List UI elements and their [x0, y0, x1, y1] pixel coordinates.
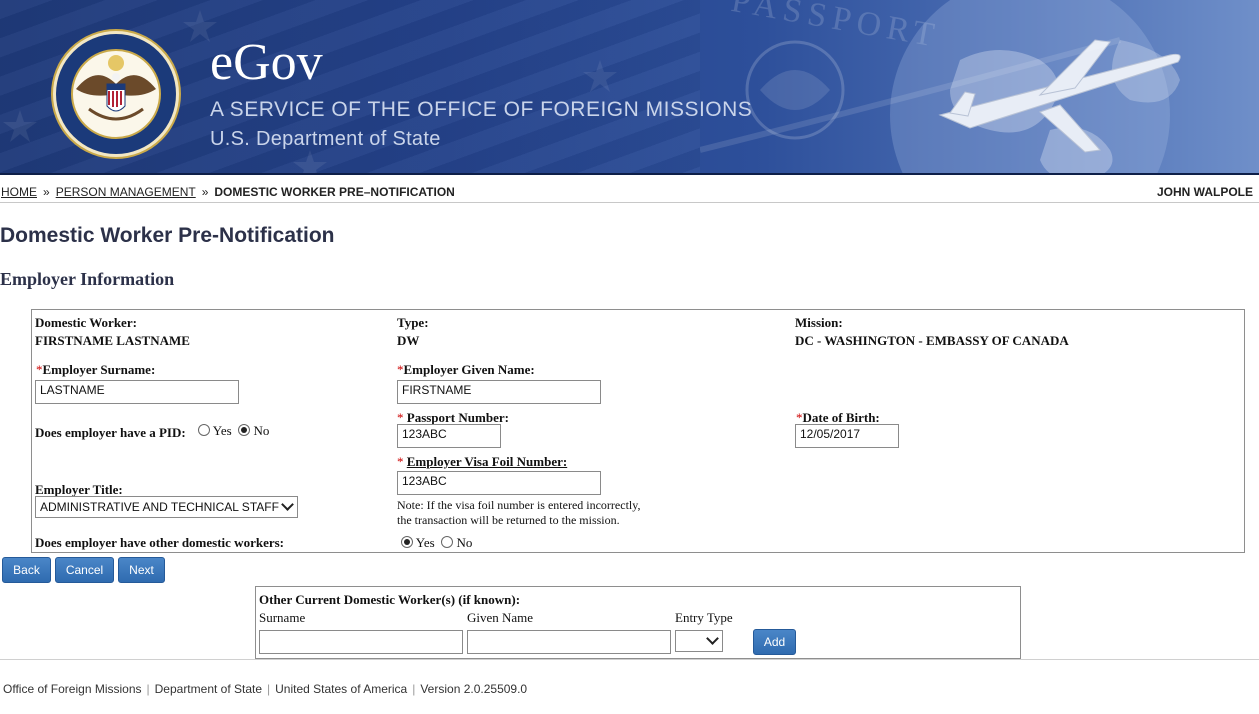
pid-yes-radio[interactable]: [198, 424, 210, 436]
globe-and-airplane-art: [700, 0, 1181, 173]
footer-item-country: United States of America: [275, 682, 408, 696]
pid-radio-group: Yes No: [198, 423, 269, 439]
page-title: Domestic Worker Pre-Notification: [0, 224, 335, 247]
back-button[interactable]: Back: [2, 557, 51, 583]
footer-separator: |: [412, 682, 416, 696]
employer-surname-label-text: Employer Surname:: [42, 362, 156, 377]
pid-no-label: No: [253, 423, 270, 438]
footer-item-office: Office of Foreign Missions: [3, 682, 142, 696]
footer-separator: |: [146, 682, 150, 696]
other-worker-surname-input[interactable]: [259, 630, 463, 654]
chevron-down-icon: [706, 632, 719, 645]
breadcrumb-separator: »: [43, 185, 50, 199]
cancel-button[interactable]: Cancel: [55, 557, 114, 583]
other-workers-title: Other Current Domestic Worker(s) (if kno…: [259, 592, 521, 607]
domestic-worker-value: FIRSTNAME LASTNAME: [35, 333, 190, 348]
employer-given-name-input[interactable]: FIRSTNAME: [397, 380, 601, 404]
add-worker-button[interactable]: Add: [753, 629, 796, 655]
other-workers-yes-radio[interactable]: [401, 536, 413, 548]
other-workers-no-radio[interactable]: [441, 536, 454, 548]
date-of-birth-label-text: Date of Birth:: [802, 410, 880, 425]
mission-label: Mission:: [795, 315, 843, 330]
pid-yes-label: Yes: [212, 423, 232, 438]
other-worker-given-name-input[interactable]: [467, 630, 671, 654]
current-user-name: JOHN WALPOLE: [1156, 185, 1253, 199]
employer-surname-label: *Employer Surname:: [36, 362, 155, 378]
type-label: Type:: [397, 315, 429, 330]
visa-foil-note-line2: the transaction will be returned to the …: [397, 513, 620, 527]
department-of-state-seal: [51, 29, 181, 159]
required-marker: *: [397, 454, 404, 469]
header-banner: PASSPORT eGov A SERVICE OF THE OFFICE OF…: [0, 0, 1259, 175]
pid-question-label: Does employer have a PID:: [35, 425, 186, 440]
breadcrumb-person-management-link[interactable]: PERSON MANAGEMENT: [56, 185, 196, 199]
passport-number-input[interactable]: 123ABC: [397, 424, 501, 448]
breadcrumb-home-link[interactable]: HOME: [1, 185, 37, 199]
egov-logo-text: eGov: [210, 34, 323, 91]
employer-info-panel: Domestic Worker: FIRSTNAME LASTNAME Type…: [31, 309, 1245, 553]
breadcrumb-current: DOMESTIC WORKER PRE–NOTIFICATION: [214, 185, 455, 199]
surname-column-header: Surname: [259, 610, 306, 625]
type-value: DW: [397, 333, 420, 348]
employer-given-name-label-text: Employer Given Name:: [403, 362, 535, 377]
mission-value: DC - WASHINGTON - EMBASSY OF CANADA: [795, 333, 1069, 348]
employer-given-name-label: *Employer Given Name:: [397, 362, 535, 378]
visa-foil-note: Note: If the visa foil number is entered…: [397, 498, 640, 528]
entry-type-select[interactable]: [675, 630, 723, 652]
visa-foil-label-text: Employer Visa Foil Number:: [406, 454, 568, 469]
given-name-column-header: Given Name: [467, 610, 534, 625]
banner-subtitle-office: A SERVICE OF THE OFFICE OF FOREIGN MISSI…: [210, 98, 753, 121]
footer-item-version: Version 2.0.25509.0: [420, 682, 528, 696]
chevron-down-icon: [281, 498, 294, 511]
footer-item-department: Department of State: [154, 682, 263, 696]
footer-divider: [0, 659, 1259, 660]
breadcrumb: HOME » PERSON MANAGEMENT » DOMESTIC WORKER P…: [1, 185, 455, 199]
other-workers-question-label: Does employer have other domestic worker…: [35, 535, 284, 550]
other-workers-yes-label: Yes: [415, 535, 435, 550]
footer-separator: |: [267, 682, 271, 696]
other-workers-panel: Other Current Domestic Worker(s) (if kno…: [255, 586, 1021, 659]
footer: Office of Foreign Missions | Department of…: [3, 682, 527, 696]
domestic-worker-label: Domestic Worker:: [35, 315, 137, 330]
employer-title-select[interactable]: ADMINISTRATIVE AND TECHNICAL STAFF: [35, 496, 298, 518]
section-title: Employer Information: [0, 269, 175, 289]
visa-foil-input[interactable]: 123ABC: [397, 471, 601, 495]
other-workers-radio-group: Yes No: [401, 535, 472, 551]
employer-title-selected-value: ADMINISTRATIVE AND TECHNICAL STAFF: [40, 500, 279, 514]
next-button[interactable]: Next: [118, 557, 165, 583]
breadcrumb-separator: »: [201, 185, 209, 199]
visa-foil-label: * Employer Visa Foil Number:: [397, 454, 567, 470]
entry-type-column-header: Entry Type: [675, 610, 733, 625]
other-workers-no-label: No: [456, 535, 473, 550]
employer-surname-input[interactable]: LASTNAME: [35, 380, 239, 404]
passport-number-label-text: Passport Number:: [403, 410, 509, 425]
visa-foil-note-line1: Note: If the visa foil number is entered…: [397, 498, 641, 512]
breadcrumb-bar: HOME » PERSON MANAGEMENT » DOMESTIC WORKER P…: [0, 177, 1259, 203]
banner-subtitle-department: U.S. Department of State: [210, 128, 441, 150]
pid-no-radio[interactable]: [238, 424, 251, 436]
date-of-birth-input[interactable]: 12/05/2017: [795, 424, 899, 448]
